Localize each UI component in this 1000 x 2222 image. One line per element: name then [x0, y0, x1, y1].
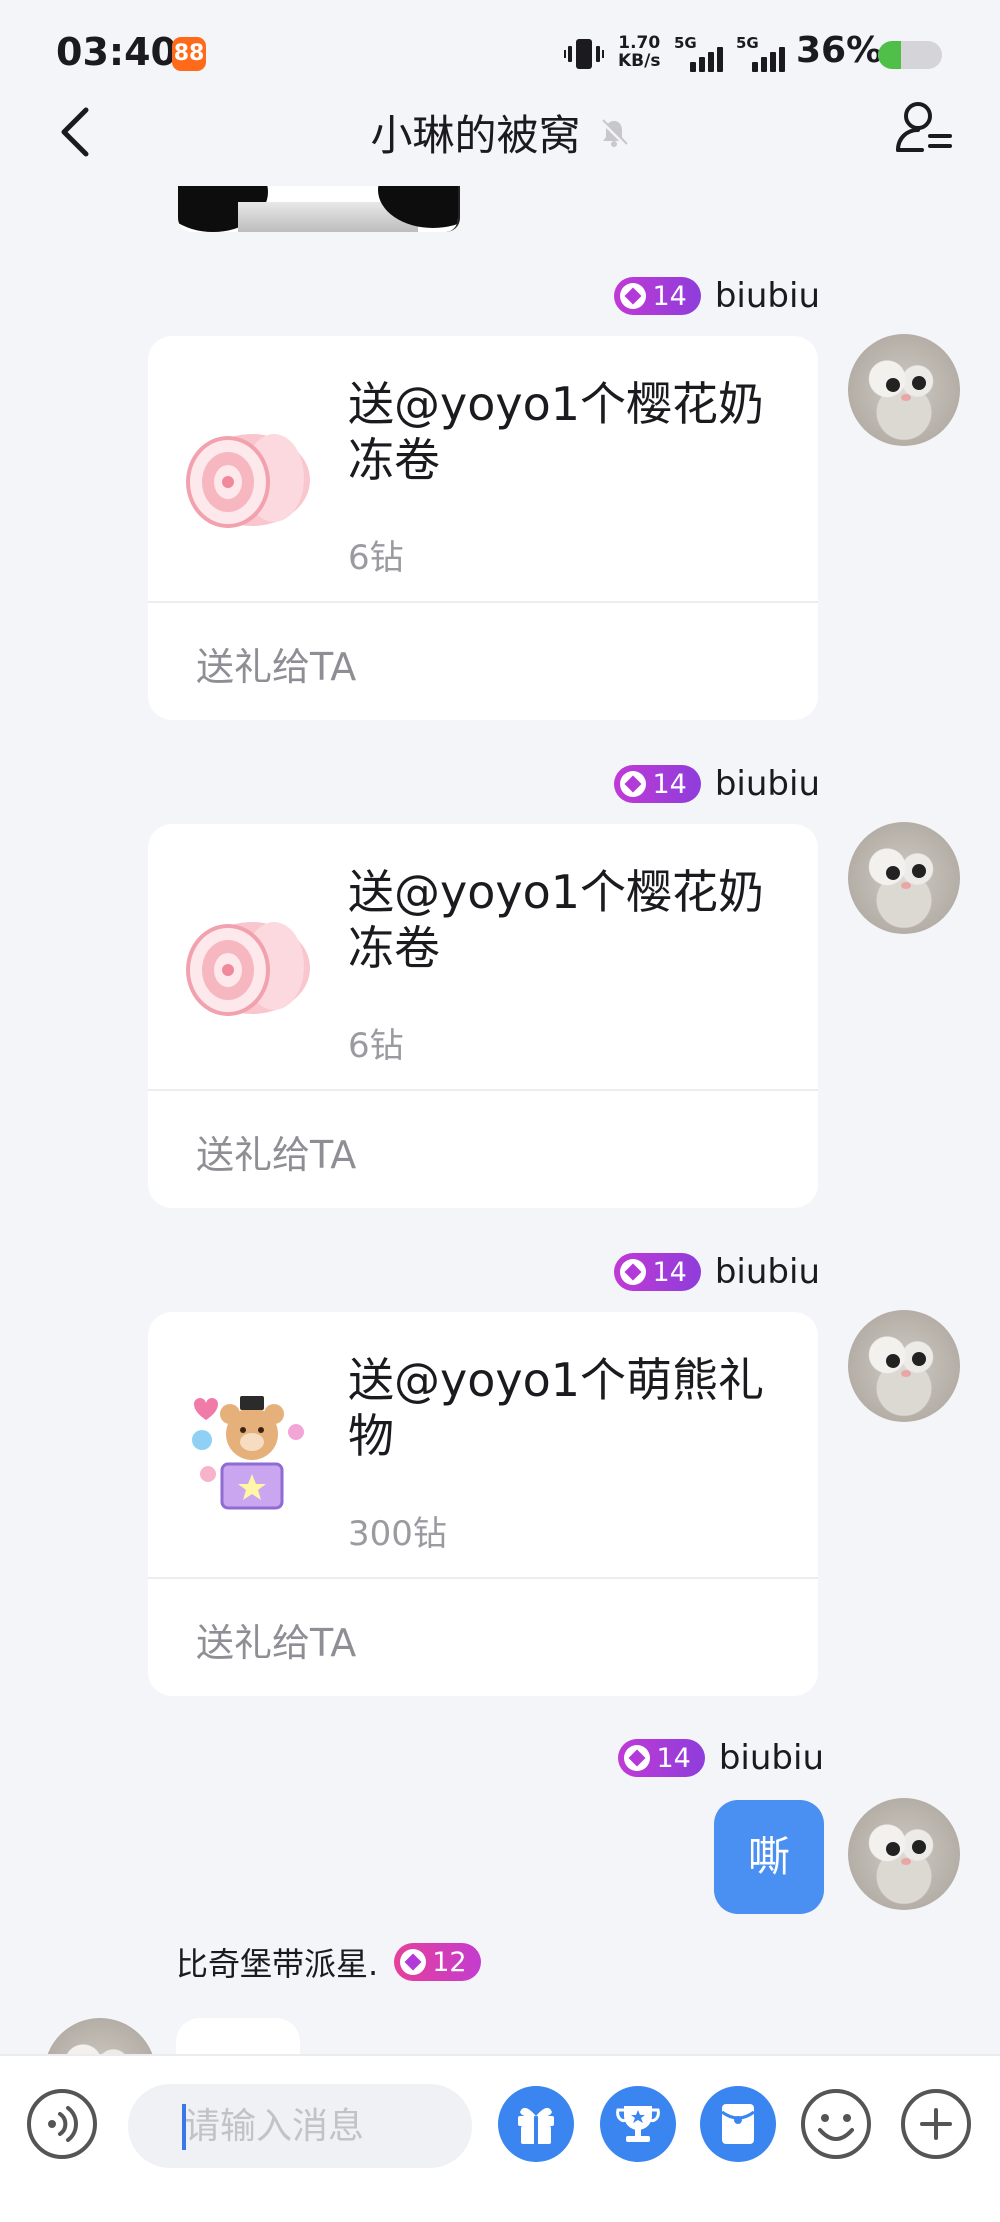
level-badge: 14 — [618, 1739, 705, 1777]
text-message-bubble[interactable] — [176, 2018, 300, 2054]
send-gift-button[interactable]: 送礼给TA — [196, 1612, 356, 1667]
text-message-bubble[interactable]: 嘶 — [714, 1800, 824, 1914]
level-badge: 14 — [614, 765, 701, 803]
gift-title: 送@yoyo1个樱花奶冻卷 — [348, 377, 764, 487]
sender-info: 14 biubiu — [614, 274, 820, 318]
level-number: 14 — [656, 1742, 691, 1774]
avatar[interactable] — [848, 822, 960, 934]
avatar[interactable] — [848, 1310, 960, 1422]
sender-info: 14 biubiu — [614, 1250, 820, 1294]
username[interactable]: 比奇堡带派星. — [176, 1939, 378, 1985]
gift-card[interactable]: 送@yoyo1个樱花奶冻卷 6钻 送礼给TA — [148, 824, 818, 1208]
battery-level — [878, 41, 902, 69]
diamond-icon — [620, 771, 647, 797]
trophy-button[interactable] — [600, 2086, 676, 2162]
trophy-icon — [616, 2106, 660, 2142]
diamond-icon — [624, 1745, 651, 1771]
network-speed-unit: KB/s — [618, 51, 661, 71]
sakura-roll-cake-icon — [186, 922, 310, 1016]
level-number: 14 — [652, 280, 687, 312]
username[interactable]: biubiu — [715, 764, 820, 804]
red-packet-icon — [721, 2104, 755, 2144]
gift-title: 送@yoyo1个樱花奶冻卷 — [348, 865, 764, 975]
username[interactable]: biubiu — [715, 276, 820, 316]
title-group: 小琳的被窝 — [0, 102, 1000, 163]
avatar[interactable] — [44, 2018, 156, 2054]
signal-strength-icon: 5G — [674, 34, 732, 74]
plus-icon[interactable] — [898, 2086, 974, 2162]
level-number: 12 — [432, 1946, 467, 1978]
divider — [148, 1577, 818, 1579]
battery-icon — [878, 41, 942, 69]
clock-time: 03:40 — [56, 30, 177, 74]
teddy-bear-gift-icon — [192, 1396, 304, 1510]
image-message[interactable] — [178, 186, 460, 232]
vibrate-icon — [564, 39, 604, 69]
status-bar: 03:40 88 1.70 KB/s 5G 5G 36% — [0, 0, 1000, 108]
gift-price: 6钻 — [348, 538, 404, 578]
app-notification-icon: 88 — [172, 37, 206, 71]
sender-info: 比奇堡带派星. 12 — [176, 1940, 481, 1984]
sakura-roll-cake-icon — [186, 434, 310, 528]
battery-percent: 36% — [796, 30, 883, 71]
sender-info: 14 biubiu — [618, 1736, 824, 1780]
group-settings-icon[interactable] — [894, 96, 954, 160]
avatar[interactable] — [848, 334, 960, 446]
send-gift-button[interactable]: 送礼给TA — [196, 1124, 356, 1179]
level-number: 14 — [652, 1256, 687, 1288]
gift-card[interactable]: 送@yoyo1个萌熊礼物 300钻 送礼给TA — [148, 1312, 818, 1696]
gift-icon — [518, 2107, 554, 2144]
network-speed: 1.70 KB/s — [618, 34, 660, 70]
gift-button[interactable] — [498, 2086, 574, 2162]
emoji-icon[interactable] — [798, 2086, 874, 2162]
username[interactable]: biubiu — [715, 1252, 820, 1292]
network-speed-value: 1.70 — [618, 33, 661, 53]
level-badge: 12 — [394, 1943, 481, 1981]
diamond-icon — [620, 283, 647, 309]
text-cursor — [182, 2104, 186, 2150]
divider — [148, 601, 818, 603]
message-input[interactable] — [128, 2084, 472, 2168]
level-number: 14 — [652, 768, 687, 800]
sender-info: 14 biubiu — [614, 762, 820, 806]
page-title: 小琳的被窝 — [370, 111, 581, 160]
signal-strength-icon: 5G — [736, 34, 794, 74]
gift-price: 300钻 — [348, 1514, 447, 1554]
diamond-icon — [620, 1259, 647, 1285]
bell-muted-icon — [600, 118, 628, 147]
gift-card[interactable]: 送@yoyo1个樱花奶冻卷 6钻 送礼给TA — [148, 336, 818, 720]
diamond-icon — [400, 1949, 427, 1975]
avatar[interactable] — [848, 1798, 960, 1910]
level-badge: 14 — [614, 277, 701, 315]
input-bar — [0, 2054, 1000, 2222]
send-gift-button[interactable]: 送礼给TA — [196, 636, 356, 691]
nav-bar: 小琳的被窝 — [0, 96, 1000, 186]
username[interactable]: biubiu — [719, 1738, 824, 1778]
voice-icon[interactable] — [24, 2086, 100, 2162]
chat-list[interactable]: 14 biubiu 送@yoyo1个樱花奶冻卷 6钻 送礼给TA 14 biub… — [0, 186, 1000, 2054]
gift-title: 送@yoyo1个萌熊礼物 — [348, 1353, 764, 1463]
level-badge: 14 — [614, 1253, 701, 1291]
red-packet-button[interactable] — [700, 2086, 776, 2162]
divider — [148, 1089, 818, 1091]
gift-price: 6钻 — [348, 1026, 404, 1066]
